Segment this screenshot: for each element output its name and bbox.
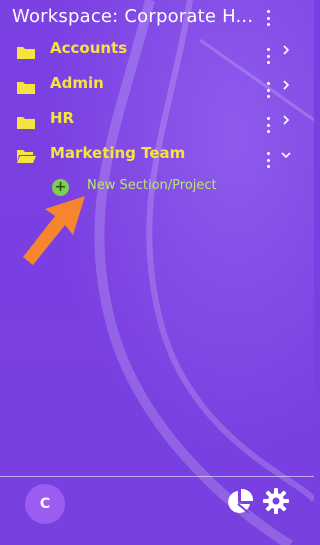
folder-row-marketing-team[interactable]: Marketing Team	[0, 141, 314, 175]
folder-kebab-menu-icon[interactable]	[265, 152, 271, 168]
folder-kebab-menu-icon[interactable]	[265, 82, 271, 98]
folder-row-admin[interactable]: Admin	[0, 71, 314, 105]
folder-icon	[17, 82, 35, 94]
chevron-right-icon[interactable]	[281, 45, 291, 55]
folder-row-accounts[interactable]: Accounts	[0, 36, 314, 70]
annotation-arrow	[23, 196, 85, 265]
user-avatar[interactable]: C	[25, 484, 65, 524]
folder-label: HR	[50, 109, 75, 127]
workspace-kebab-menu-icon[interactable]	[265, 10, 271, 26]
footer-divider	[0, 476, 314, 477]
workspace-header: Workspace: Corporate H...	[0, 0, 314, 34]
folder-open-icon	[17, 150, 36, 163]
new-section-project-label: New Section/Project	[87, 178, 217, 193]
chevron-down-icon[interactable]	[281, 150, 291, 160]
folder-icon	[17, 117, 35, 129]
workspace-title[interactable]: Workspace: Corporate H...	[12, 6, 262, 27]
folder-kebab-menu-icon[interactable]	[265, 117, 271, 133]
folder-label: Marketing Team	[50, 144, 186, 162]
chevron-right-icon[interactable]	[281, 115, 291, 125]
folder-row-hr[interactable]: HR	[0, 106, 314, 140]
folder-icon	[17, 47, 35, 59]
folder-kebab-menu-icon[interactable]	[265, 48, 271, 64]
gear-icon[interactable]	[262, 487, 290, 515]
pie-chart-icon[interactable]	[225, 487, 255, 517]
folder-label: Admin	[50, 74, 104, 92]
folder-label: Accounts	[50, 39, 128, 57]
chevron-right-icon[interactable]	[281, 80, 291, 90]
